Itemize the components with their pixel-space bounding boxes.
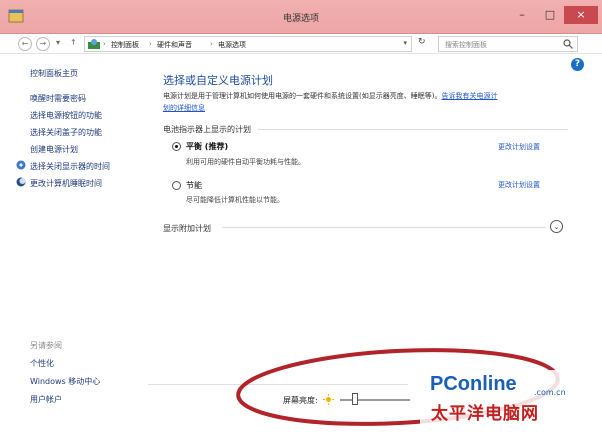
watermark-brand: PConline — [430, 373, 517, 395]
battery-plans-label: 电池指示器上显示的计划 — [163, 125, 251, 134]
brightness-slider-track[interactable] — [340, 399, 410, 401]
minimize-button[interactable]: – — [508, 6, 536, 24]
brightness-slider-thumb[interactable] — [351, 393, 358, 405]
back-button[interactable]: ← — [18, 37, 32, 51]
plan-balanced-radio[interactable] — [172, 142, 181, 151]
page-description: 电源计划是用于管理计算机如何使用电源的一套硬件和系统设置(如显示器亮度、睡眠等)… — [163, 90, 563, 114]
control-panel-icon — [88, 39, 100, 49]
search-icon[interactable] — [563, 39, 573, 49]
sidebar-item-sleep-time[interactable]: 更改计算机睡眠时间 — [30, 178, 102, 189]
sidebar-item-power-buttons[interactable]: 选择电源按钮的功能 — [30, 110, 102, 121]
breadcrumb-control-panel[interactable]: 控制面板 — [111, 40, 139, 50]
search-box[interactable]: 搜索控制面板 — [438, 36, 578, 52]
forward-button[interactable]: → — [36, 37, 50, 51]
recent-pages-chevron-icon[interactable]: ▾ — [56, 38, 60, 47]
brightness-label: 屏幕亮度: — [283, 396, 318, 405]
additional-plans-divider — [222, 227, 546, 228]
plan-power-saver-radio[interactable] — [172, 181, 181, 190]
breadcrumb-separator: › — [103, 40, 106, 48]
address-dropdown-icon[interactable]: ▾ — [403, 39, 407, 47]
see-also-user-accounts[interactable]: 用户帐户 — [30, 394, 62, 405]
watermark-domain: .com.cn — [534, 388, 566, 397]
sidebar-item-display-off[interactable]: 选择关闭显示器的时间 — [30, 161, 110, 172]
plan-power-saver-settings-link[interactable]: 更改计划设置 — [498, 180, 540, 190]
shield-icon — [16, 160, 26, 170]
breadcrumb-hardware-sound[interactable]: 硬件和声音 — [157, 40, 192, 50]
maximize-button[interactable]: □ — [536, 6, 564, 24]
breadcrumb-separator: › — [210, 40, 213, 48]
plan-balanced-desc: 利用可用的硬件自动平衡功耗与性能。 — [186, 158, 305, 166]
section-divider — [258, 129, 568, 130]
plan-power-saver-desc: 尽可能降低计算机性能以节能。 — [186, 196, 284, 204]
help-icon[interactable]: ? — [571, 58, 584, 71]
show-additional-plans[interactable]: 显示附加计划 — [163, 223, 211, 234]
plan-power-saver-name[interactable]: 节能 — [186, 180, 202, 191]
breadcrumb-separator: › — [149, 40, 152, 48]
learn-more-link-continued[interactable]: 划的详细信息 — [163, 104, 205, 112]
search-input[interactable]: 搜索控制面板 — [445, 40, 487, 50]
learn-more-link[interactable]: 告诉我有关电源计 — [441, 92, 497, 100]
plan-balanced-name[interactable]: 平衡 (推荐) — [186, 141, 228, 152]
address-bar[interactable]: › 控制面板 › 硬件和声音 › 电源选项 ▾ — [84, 36, 412, 52]
see-also-header: 另请参阅 — [30, 341, 62, 350]
moon-icon — [16, 177, 26, 187]
description-text: 电源计划是用于管理计算机如何使用电源的一套硬件和系统设置(如显示器亮度、睡眠等)… — [163, 92, 442, 100]
title-bar: 电源选项 – □ × — [0, 0, 602, 34]
sidebar-item-lid-close[interactable]: 选择关闭盖子的功能 — [30, 127, 102, 138]
sidebar-home-link[interactable]: 控制面板主页 — [30, 68, 78, 79]
watermark-chinese: 太平洋电脑网 — [431, 404, 539, 424]
up-arrow-icon[interactable]: ↑ — [70, 38, 77, 47]
refresh-icon[interactable]: ↻ — [418, 37, 426, 47]
see-also-mobility-center[interactable]: Windows 移动中心 — [30, 376, 100, 387]
see-also-personalization[interactable]: 个性化 — [30, 358, 54, 369]
close-button[interactable]: × — [564, 6, 598, 24]
bottom-divider — [148, 384, 408, 385]
page-title: 选择或自定义电源计划 — [163, 74, 273, 87]
sun-icon — [323, 394, 334, 405]
expand-chevron-icon[interactable]: ⌄ — [550, 220, 563, 233]
plan-balanced-settings-link[interactable]: 更改计划设置 — [498, 142, 540, 152]
sidebar-item-require-password[interactable]: 唤醒时需要密码 — [30, 93, 86, 104]
breadcrumb-power-options[interactable]: 电源选项 — [218, 40, 246, 50]
sidebar-item-create-plan[interactable]: 创建电源计划 — [30, 144, 78, 155]
navigation-bar: ← → ▾ ↑ › 控制面板 › 硬件和声音 › 电源选项 ▾ ↻ 搜索控制面板 — [0, 34, 602, 54]
